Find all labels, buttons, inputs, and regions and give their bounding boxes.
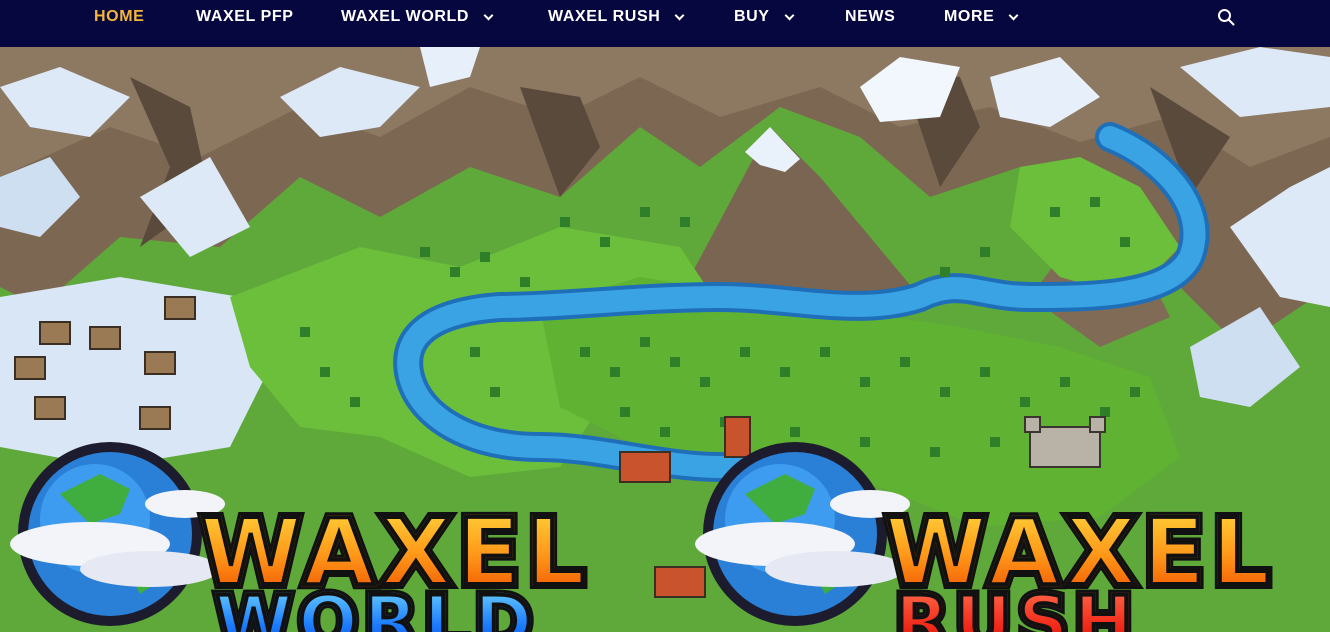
nav-waxel-rush-label: WAXEL RUSH — [548, 8, 661, 25]
waxel-world-logo[interactable]: WAXEL WAXEL WORLD WORLD — [0, 437, 645, 632]
nav-news-label: NEWS — [845, 8, 896, 25]
waxel-rush-logo[interactable]: WAXEL WAXEL RUSH RUSH — [685, 437, 1330, 632]
chevron-down-icon — [784, 10, 795, 20]
logo-rush-line2: RUSH — [893, 585, 1139, 632]
nav-waxel-world-label: WAXEL WORLD — [341, 8, 470, 25]
nav-waxel-world[interactable]: WAXEL WORLD — [341, 0, 494, 34]
nav-buy-label: BUY — [734, 8, 770, 25]
top-navigation: HOME WAXEL PFP WAXEL WORLD WAXEL RUSH BU… — [0, 0, 1330, 47]
nav-home-label: HOME — [94, 8, 145, 25]
chevron-down-icon — [674, 10, 685, 20]
nav-waxel-rush[interactable]: WAXEL RUSH — [548, 0, 685, 34]
nav-more[interactable]: MORE — [944, 0, 1019, 34]
chevron-down-icon — [1008, 10, 1019, 20]
hero-banner: WAXEL WAXEL WORLD WORLD WAXEL WAXEL RUSH… — [0, 47, 1330, 632]
chevron-down-icon — [483, 10, 494, 20]
search-icon[interactable] — [1217, 8, 1235, 26]
nav-waxel-pfp[interactable]: WAXEL PFP — [196, 0, 294, 34]
nav-more-label: MORE — [944, 8, 995, 25]
nav-buy[interactable]: BUY — [734, 0, 795, 34]
logo-world-line2: WORLD — [213, 585, 538, 632]
nav-home[interactable]: HOME — [94, 0, 144, 34]
nav-news[interactable]: NEWS — [845, 0, 895, 34]
nav-waxel-pfp-label: WAXEL PFP — [196, 8, 294, 25]
